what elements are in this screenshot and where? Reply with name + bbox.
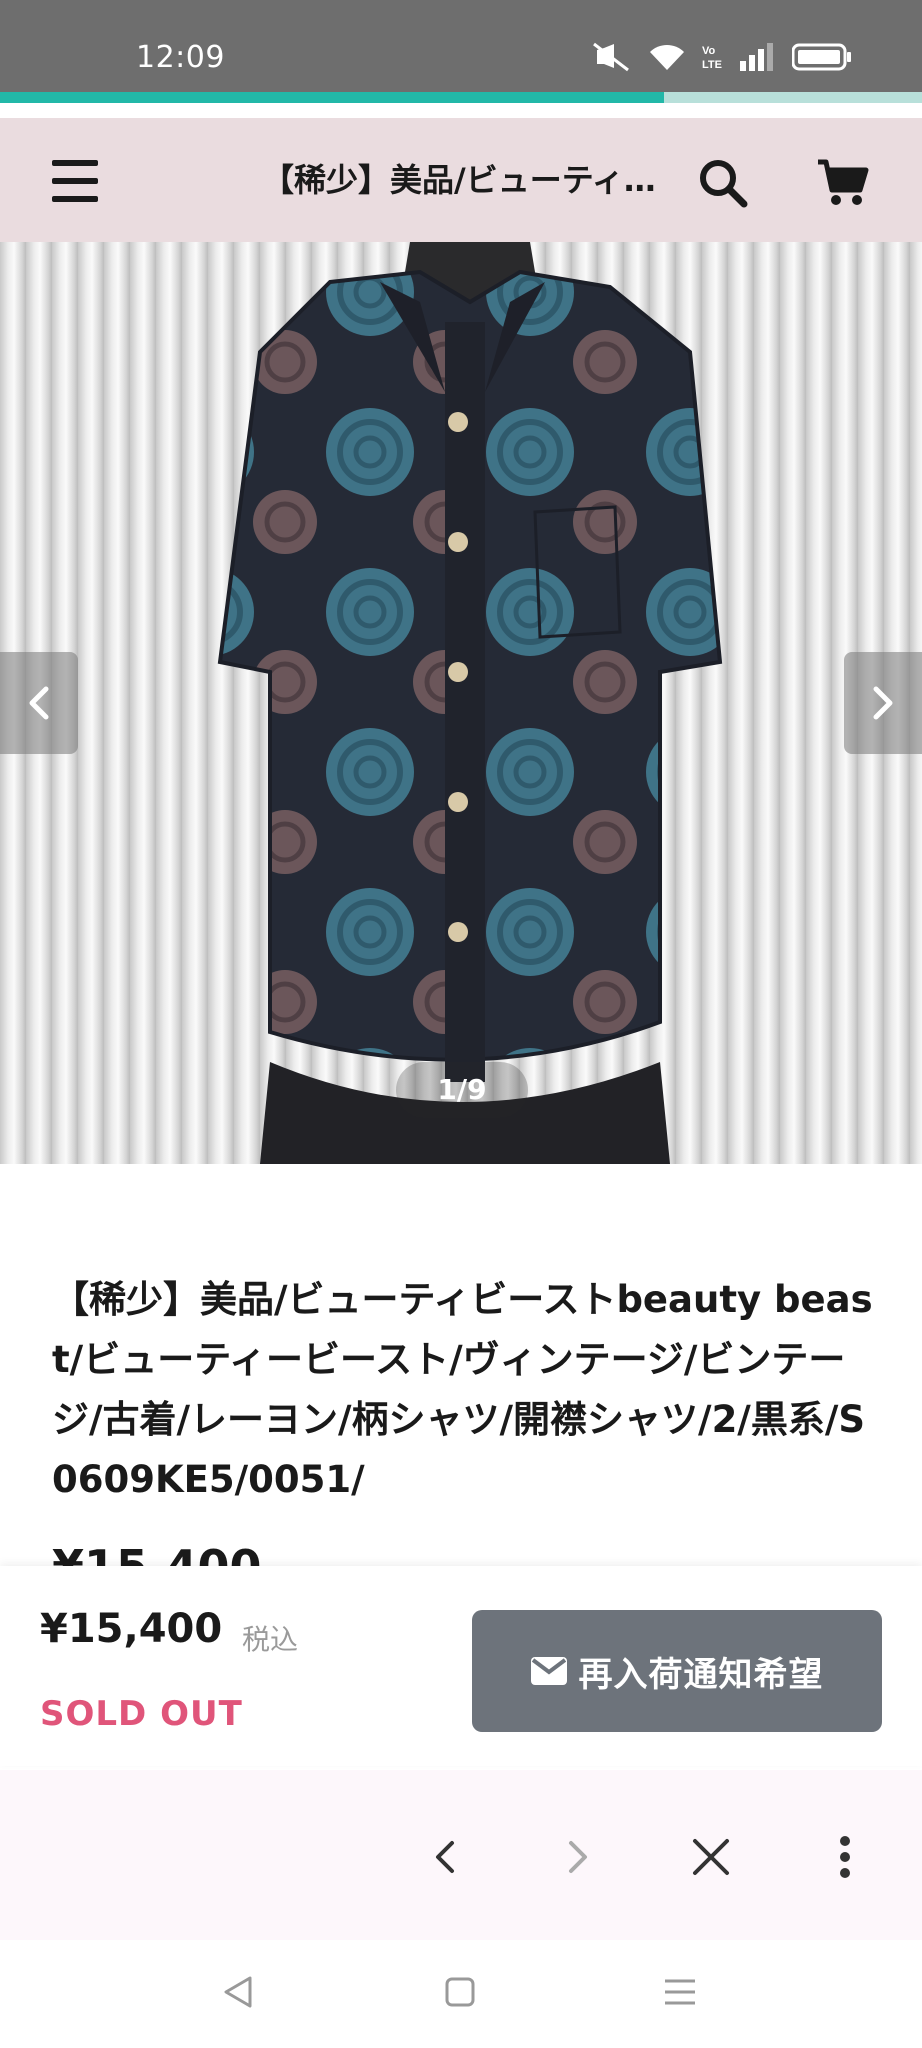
page-load-progress bbox=[0, 92, 922, 103]
status-time: 12:09 bbox=[136, 40, 225, 75]
gallery-counter: 1/9 bbox=[396, 1062, 528, 1118]
close-icon bbox=[693, 1839, 729, 1875]
system-home-button[interactable] bbox=[430, 1962, 490, 2022]
product-image-gallery[interactable]: 1/9 bbox=[0, 242, 922, 1164]
browser-close-button[interactable] bbox=[676, 1822, 746, 1892]
browser-back-button[interactable] bbox=[410, 1822, 480, 1892]
system-navigation-bar bbox=[0, 1940, 922, 2048]
signal-icon bbox=[740, 43, 776, 71]
page-load-progress-fill bbox=[0, 92, 664, 103]
forward-icon bbox=[569, 1841, 587, 1873]
tax-label: 税込 bbox=[242, 1623, 299, 1656]
status-icons: Vo LTE bbox=[592, 42, 852, 72]
mute-icon bbox=[592, 42, 632, 72]
system-recents-button[interactable] bbox=[650, 1962, 710, 2022]
restock-notify-button[interactable]: 再入荷通知希望 bbox=[472, 1610, 882, 1732]
mail-icon bbox=[530, 1657, 567, 1685]
menu-button[interactable] bbox=[48, 160, 104, 202]
purchase-bar: ¥15,400 税込 SOLD OUT 再入荷通知希望 bbox=[0, 1566, 922, 1766]
gallery-prev-button[interactable] bbox=[0, 652, 78, 754]
nav-recents-icon bbox=[665, 1979, 695, 2005]
chevron-right-icon bbox=[873, 686, 893, 720]
menu-icon bbox=[52, 160, 98, 166]
status-bar: 12:09 Vo LTE bbox=[0, 0, 922, 92]
product-photo bbox=[217, 242, 723, 1164]
cart-icon bbox=[818, 159, 869, 205]
product-title: 【稀少】美品/ビューティビーストbeauty beast/ビューティービースト/… bbox=[52, 1278, 873, 1501]
sold-out-label: SOLD OUT bbox=[40, 1694, 243, 1734]
more-icon bbox=[840, 1836, 850, 1878]
back-icon bbox=[436, 1841, 454, 1873]
system-back-button[interactable] bbox=[208, 1962, 268, 2022]
menu-icon-bar bbox=[52, 196, 98, 202]
nav-back-icon bbox=[224, 1976, 252, 2008]
product-page: 12:09 Vo LTE 【稀少】美品/ビューティビ 1/9 【稀少】美品/ビュ… bbox=[0, 0, 922, 2048]
chevron-left-icon bbox=[29, 686, 49, 720]
purchase-price: ¥15,400 bbox=[40, 1606, 223, 1652]
browser-more-button[interactable] bbox=[810, 1822, 880, 1892]
battery-icon bbox=[792, 42, 852, 72]
search-icon bbox=[700, 160, 748, 208]
cart-button[interactable] bbox=[816, 158, 870, 208]
site-header: 【稀少】美品/ビューティビーストbeauty beast/ビューティービースト/… bbox=[0, 118, 922, 242]
volte-icon: Vo LTE bbox=[702, 42, 724, 72]
restock-notify-label: 再入荷通知希望 bbox=[578, 1654, 824, 1695]
search-button[interactable] bbox=[696, 156, 750, 210]
svg-text:Vo: Vo bbox=[702, 45, 716, 57]
svg-text:LTE: LTE bbox=[702, 59, 722, 71]
nav-home-icon bbox=[445, 1977, 475, 2007]
gallery-next-button[interactable] bbox=[844, 652, 922, 754]
browser-forward-button[interactable] bbox=[543, 1822, 613, 1892]
menu-icon-bar bbox=[52, 178, 98, 184]
wifi-icon bbox=[648, 42, 686, 72]
browser-toolbar bbox=[0, 1770, 922, 1940]
header-title: 【稀少】美品/ビューティビーストbeauty beast/ビューティービースト/… bbox=[262, 161, 682, 199]
